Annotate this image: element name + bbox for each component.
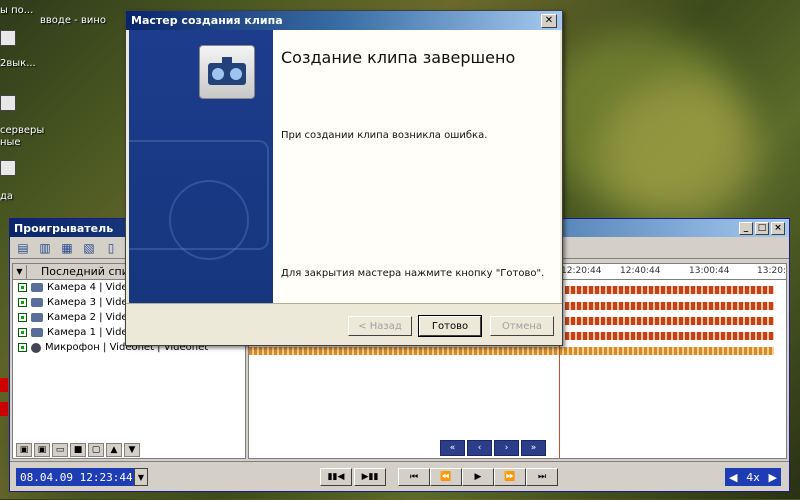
desktop-icon-label[interactable]: 2вык...: [0, 58, 36, 69]
item-checkbox[interactable]: [18, 328, 27, 337]
page-title: Создание клипа завершено: [281, 48, 516, 67]
move-down-icon[interactable]: ▼: [124, 443, 140, 457]
nav-prev-button[interactable]: ‹: [467, 440, 492, 456]
edit-list-icon[interactable]: ▦: [58, 238, 76, 257]
desktop-computer-icon[interactable]: [0, 30, 16, 46]
new-list-icon[interactable]: ▤: [14, 238, 32, 257]
chart-icon[interactable]: ▯: [102, 238, 120, 257]
dialog-button-bar: < Назад Готово Отмена: [126, 303, 562, 347]
maximize-button[interactable]: □: [755, 221, 769, 235]
timeline-tick: 13:00:44: [689, 266, 730, 276]
timeline-navigation: « ‹ › »: [440, 440, 546, 456]
camera-4-track[interactable]: [565, 286, 774, 294]
datetime-field[interactable]: 08.04.09 12:23:44: [16, 468, 134, 486]
rewind-icon[interactable]: ⏪: [430, 468, 462, 486]
camera-3-track[interactable]: [565, 302, 774, 310]
desktop-icon-label[interactable]: вводе - вино: [40, 15, 106, 26]
desktop-excel-icon[interactable]: [0, 160, 16, 176]
select-icon[interactable]: ▣: [34, 443, 50, 457]
speed-value: 4x: [746, 470, 760, 484]
microphone-track[interactable]: [249, 347, 774, 355]
microphone-icon: [31, 342, 41, 353]
close-button[interactable]: ×: [771, 221, 785, 235]
nav-first-button[interactable]: «: [440, 440, 465, 456]
camera-1-track[interactable]: [565, 332, 774, 340]
clip-wizard-dialog: Мастер создания клипа ✕ Создание клипа з…: [125, 10, 563, 346]
chevron-left-icon[interactable]: ◀: [729, 471, 737, 484]
item-checkbox[interactable]: [18, 313, 27, 322]
dialog-titlebar[interactable]: Мастер создания клипа ✕: [126, 11, 562, 30]
fast-forward-icon[interactable]: ⏩: [494, 468, 526, 486]
to-start-icon[interactable]: ⏮: [398, 468, 430, 486]
camera-watermark: [169, 180, 249, 260]
camera-logo-icon: [199, 45, 255, 99]
camera-icon: [31, 313, 43, 322]
minimize-button[interactable]: _: [739, 221, 753, 235]
close-button[interactable]: ✕: [541, 13, 557, 28]
error-message: При создании клипа возникла ошибка.: [281, 130, 488, 141]
desktop-icon-label[interactable]: ы по...: [0, 5, 33, 16]
cancel-button[interactable]: Отмена: [490, 316, 554, 336]
item-checkbox[interactable]: [18, 343, 27, 352]
finish-button[interactable]: Готово: [418, 315, 482, 337]
wallpaper-foliage: [600, 80, 760, 220]
chevron-right-icon[interactable]: ▶: [769, 471, 777, 484]
camera-icon: [31, 283, 43, 292]
dialog-title: Мастер создания клипа: [131, 14, 283, 27]
timeline-tick: 12:40:44: [620, 266, 661, 276]
save-list-icon[interactable]: ▧: [80, 238, 98, 257]
desktop-icon-label[interactable]: да: [0, 191, 13, 202]
camera-2-track[interactable]: [565, 317, 774, 325]
skip-back-frames-icon[interactable]: ▮▮◀: [320, 468, 352, 486]
wizard-sidebar: [129, 30, 273, 303]
export-icon[interactable]: ▢: [88, 443, 104, 457]
camera-icon: [31, 328, 43, 337]
desktop-excel-icon[interactable]: [0, 95, 16, 111]
camera-icon: [31, 298, 43, 307]
item-checkbox[interactable]: [18, 298, 27, 307]
close-hint: Для закрытия мастера нажмите кнопку "Гот…: [281, 268, 545, 279]
desktop-app-icon[interactable]: [0, 378, 8, 392]
desktop-app-icon[interactable]: [0, 402, 8, 416]
chevron-down-icon[interactable]: ▼: [13, 264, 27, 279]
speed-selector[interactable]: ◀ 4x ▶: [725, 468, 781, 486]
timeline-tick: 13:20:4: [757, 266, 786, 276]
select-all-icon[interactable]: ▣: [16, 443, 32, 457]
player-statusbar: 08.04.09 12:23:44 ▼ ▮▮◀ ▶▮▮ ⏮ ⏪ ▶ ⏩ ⏭ ◀ …: [10, 461, 789, 491]
to-end-icon[interactable]: ⏭: [526, 468, 558, 486]
timeline-tick: 12:20:44: [561, 266, 602, 276]
player-title: Проигрыватель: [14, 221, 114, 235]
item-checkbox[interactable]: [18, 283, 27, 292]
open-folder-icon[interactable]: ▥: [36, 238, 54, 257]
move-up-icon[interactable]: ▲: [106, 443, 122, 457]
nav-next-button[interactable]: ›: [494, 440, 519, 456]
back-button[interactable]: < Назад: [348, 316, 412, 336]
desktop-icon-label[interactable]: ные: [0, 137, 21, 148]
chevron-down-icon[interactable]: ▼: [134, 468, 148, 486]
desktop-icon-label[interactable]: серверы: [0, 125, 44, 136]
wizard-content: Создание клипа завершено При создании кл…: [273, 30, 560, 303]
skip-fwd-frames-icon[interactable]: ▶▮▮: [354, 468, 386, 486]
folder-icon[interactable]: ▭: [52, 443, 68, 457]
play-icon[interactable]: ▶: [462, 468, 494, 486]
record-icon[interactable]: ■: [70, 443, 86, 457]
nav-last-button[interactable]: »: [521, 440, 546, 456]
list-tools: ▣ ▣ ▭ ■ ▢ ▲ ▼: [16, 443, 140, 457]
